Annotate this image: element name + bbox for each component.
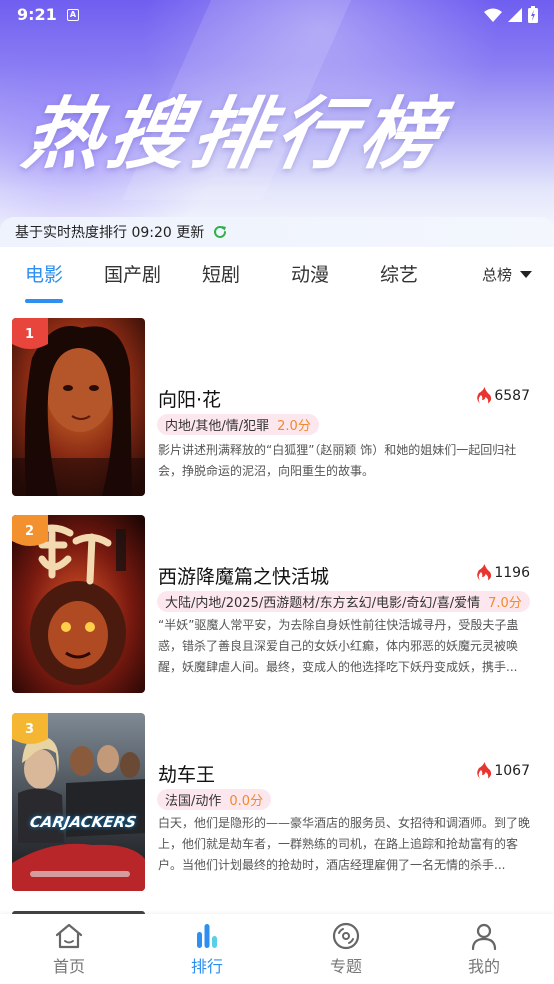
fire-icon [477,762,492,779]
heat-value: 6587 [494,387,530,404]
poster-image[interactable]: 2 [12,515,145,693]
nav-topics[interactable]: 专题 [306,922,386,977]
ranking-icon [197,924,217,948]
score: 0.0分 [229,794,264,809]
genre-tags: 法国/动作 0.0分 [157,789,272,810]
nav-ranking-label: 排行 [190,957,223,976]
rank-badge: 3 [12,713,48,749]
category-tabs: 电影 国产剧 短剧 动漫 综艺 总榜 [0,248,554,306]
profile-icon [471,923,497,950]
list-item[interactable]: 1 向阳·花 6587 内地/其他/情/犯罪 2.0分 影片讲述刑满释放的“白狐… [0,318,554,498]
nav-profile[interactable]: 我的 [444,922,524,977]
nav-home-label: 首页 [52,957,85,976]
heat-count: 6587 [477,387,530,404]
poster-title-text: CARJACKERS [28,813,138,831]
tab-anime[interactable]: 动漫 [291,260,329,287]
genre-text: 法国/动作 [165,794,222,809]
genre-text: 大陆/内地/2025/西游题材/东方玄幻/电影/奇幻/喜/爱情 [165,596,481,611]
description: 影片讲述刑满释放的“白狐狸”（赵丽颖 饰）和她的姐妹们一起回归社会，挣脱命运的泥… [158,443,517,478]
fire-icon [477,564,492,581]
nav-home[interactable]: 首页 [29,922,109,977]
nav-ranking[interactable]: 排行 [167,922,247,977]
fire-icon [477,387,492,404]
heat-value: 1196 [494,564,530,581]
list-item[interactable]: 2 西游降魔篇之快活城 1196 大陆/内地/2025/西游题材/东方玄幻/电影… [0,515,554,695]
rank-badge: 1 [12,318,48,354]
rank-type-label: 总榜 [481,266,512,284]
battery-icon [528,6,538,23]
status-icons [484,6,538,23]
heat-count: 1067 [477,762,530,779]
home-icon [55,923,83,949]
genre-tags: 大陆/内地/2025/西游题材/东方玄幻/电影/奇幻/喜/爱情 7.0分 [157,591,530,612]
rank-type-dropdown[interactable]: 总榜 [482,264,532,285]
status-time: 9:21 [17,5,57,24]
movie-title[interactable]: 向阳·花 [158,385,221,412]
movie-title[interactable]: 西游降魔篇之快活城 [158,562,329,589]
poster-image[interactable]: 1 [12,318,145,496]
page-title: 热搜排行榜 [16,90,453,180]
tab-short-drama[interactable]: 短剧 [202,260,240,287]
wifi-icon [484,8,502,22]
tab-domestic-drama[interactable]: 国产剧 [104,260,161,287]
poster-image[interactable]: CARJACKERS 3 [12,713,145,891]
caret-down-icon [520,270,532,278]
list-item[interactable]: CARJACKERS 3 劫车王 1067 法国/动作 0.0分 白天，他们是隐… [0,713,554,893]
heat-count: 1196 [477,564,530,581]
signal-icon [508,7,522,22]
tab-active-indicator [25,299,63,303]
score: 7.0分 [488,596,522,611]
nav-profile-label: 我的 [467,957,500,976]
hero-header: 9:21 A 热搜排行榜 [0,0,554,232]
description: 白天，他们是隐形的——豪华酒店的服务员、女招待和调酒师。到了晚上，他们就是劫车者… [158,816,530,872]
tab-variety[interactable]: 综艺 [380,260,418,287]
rank-number: 2 [25,524,35,539]
update-bar: 基于实时热度排行 09:20 更新 [0,217,554,247]
score: 2.0分 [277,419,311,434]
refresh-icon[interactable] [212,224,228,240]
heat-value: 1067 [494,762,530,779]
update-text: 基于实时热度排行 09:20 更新 [15,225,205,241]
status-bar: 9:21 A [0,0,554,32]
disc-icon [332,922,360,950]
nav-topics-label: 专题 [329,957,362,976]
tab-movie[interactable]: 电影 [25,260,63,287]
rank-badge: 2 [12,515,48,551]
description: “半妖”驱魔人常平安，为去除自身妖性前往快活城寻丹，受殷夫子蛊惑，错杀了善良且深… [158,618,519,674]
genre-text: 内地/其他/情/犯罪 [165,419,270,434]
bottom-navigation: 首页 排行 专题 我的 [0,914,554,984]
notification-icon: A [67,9,79,21]
movie-title[interactable]: 劫车王 [158,760,215,787]
genre-tags: 内地/其他/情/犯罪 2.0分 [157,414,319,435]
rank-number: 3 [25,722,35,737]
rank-number: 1 [25,327,35,342]
